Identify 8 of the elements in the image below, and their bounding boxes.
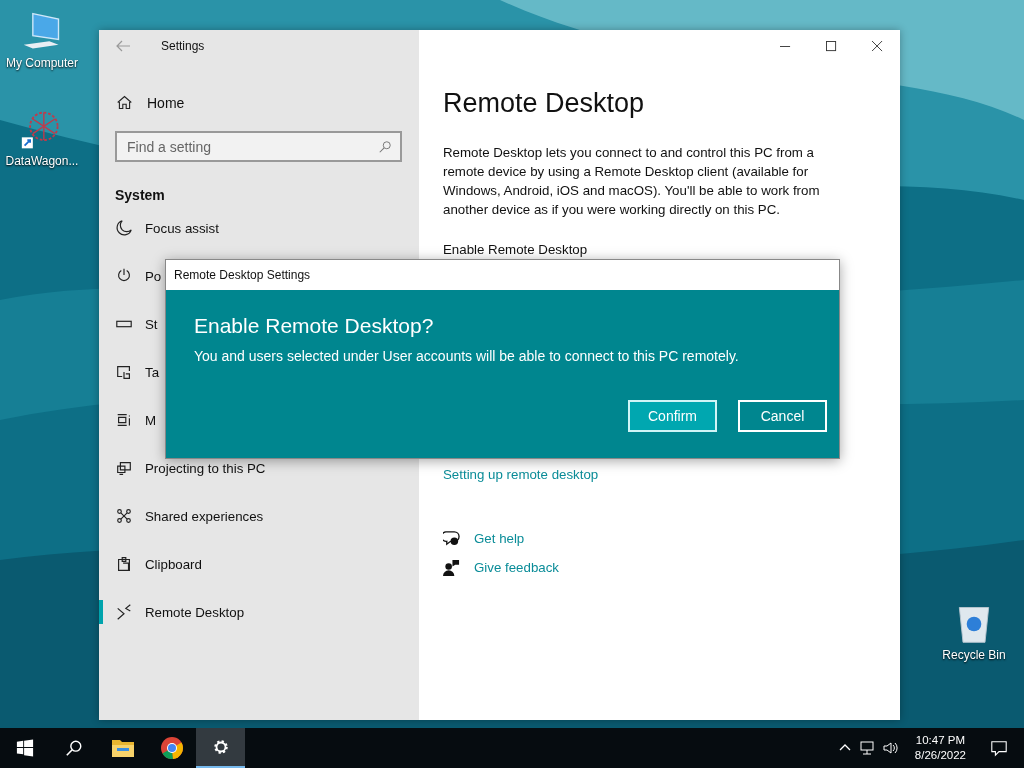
window-title: Settings: [161, 39, 205, 53]
section-heading: System: [115, 187, 166, 203]
dialog-title: Remote Desktop Settings: [174, 268, 311, 282]
dialog-heading: Enable Remote Desktop?: [194, 314, 435, 338]
description: Remote Desktop lets you connect to and control this PC from a remote device by using a Remote Desktop client (available for Windows, Android, iOS and macOS). You'll be able to work from another device as if you were working directly on this PC.: [443, 144, 821, 219]
toggle-label: Enable Remote Desktop: [443, 242, 589, 257]
page-title: Remote Desktop: [443, 88, 646, 119]
dialog-message: You and users selected under User accounts will be able to connect to this PC remotely.: [194, 348, 740, 364]
